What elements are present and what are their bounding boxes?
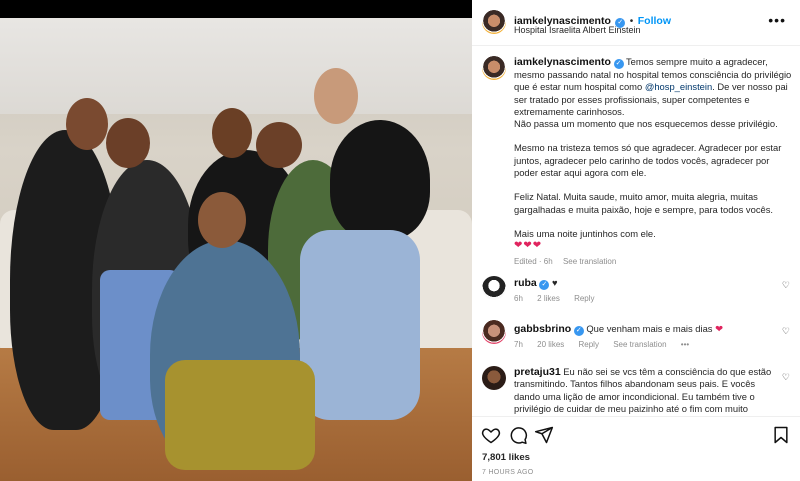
- comment-heart-emoji: ❤: [715, 323, 723, 334]
- person-5-jeans: [300, 230, 420, 420]
- comment-like-heart-icon[interactable]: ♡: [782, 372, 790, 383]
- comment-like-heart-icon[interactable]: ♡: [782, 280, 790, 291]
- comment-like-heart-icon[interactable]: ♡: [782, 326, 790, 337]
- like-heart-icon[interactable]: [481, 425, 501, 445]
- caption-text: iamkelynascimento ✓ Temos sempre muito a…: [514, 56, 792, 268]
- caption-p4: Mais uma noite juntinhos com ele.: [514, 227, 656, 239]
- likes-count[interactable]: 7,801 likes: [482, 452, 530, 463]
- instagram-post-modal: iamkelynascimento ✓ • Follow Hospital Is…: [0, 0, 800, 481]
- comment-reply-button[interactable]: Reply: [574, 294, 594, 303]
- comment-text: gabbsbrino ✓ Que venham mais e mais dias…: [514, 323, 782, 336]
- comment-body: Que venham mais e mais dias: [586, 323, 713, 334]
- comment-likes[interactable]: 2 likes: [537, 294, 560, 303]
- post-time-ago: 7 HOURS AGO: [482, 469, 534, 476]
- comment-see-translation[interactable]: See translation: [613, 340, 666, 349]
- follow-button[interactable]: Follow: [638, 15, 671, 27]
- comment-likes[interactable]: 20 likes: [537, 340, 564, 349]
- person-4-head: [256, 122, 302, 168]
- photo-top-bar: [0, 0, 472, 18]
- share-send-icon[interactable]: [534, 425, 554, 445]
- caption-mention-link[interactable]: @hosp_einstein: [645, 81, 712, 92]
- comment-avatar[interactable]: [482, 366, 506, 390]
- comment-username[interactable]: gabbsbrino: [514, 323, 571, 335]
- caption-edited-time: Edited · 6h: [514, 256, 553, 266]
- caption-hearts: ❤❤❤: [514, 240, 543, 252]
- comment-meta: 7h 20 likes Reply See translation •••: [514, 340, 701, 349]
- comment-avatar[interactable]: [482, 320, 506, 344]
- person-6-head: [198, 192, 246, 248]
- comment-time: 6h: [514, 294, 523, 303]
- caption-author-username[interactable]: iamkelynascimento: [514, 56, 611, 68]
- comment-more-icon[interactable]: •••: [681, 340, 689, 349]
- comment-body: ♥: [551, 277, 558, 288]
- comment-item: pretaju31 Eu não sei se vcs têm a consci…: [472, 364, 800, 416]
- comment-username[interactable]: pretaju31: [514, 366, 561, 378]
- person-3-head: [212, 108, 252, 158]
- save-bookmark-icon[interactable]: [771, 425, 791, 445]
- comment-verified-icon: ✓: [539, 280, 550, 290]
- caption-meta: Edited · 6h See translation: [514, 256, 792, 268]
- person-2-head: [106, 118, 150, 168]
- comments-scroll-area[interactable]: iamkelynascimento ✓ Temos sempre muito a…: [472, 46, 800, 416]
- comment-meta: 6h 2 likes Reply: [514, 294, 607, 303]
- caption-p1b: Não passa um momento que nos esquecemos …: [514, 118, 778, 130]
- post-location[interactable]: Hospital Israelita Albert Einstein: [514, 25, 641, 35]
- caption-p3: Feliz Natal. Muita saude, muito amor, mu…: [514, 191, 774, 215]
- comment-reply-button[interactable]: Reply: [579, 340, 599, 349]
- post-header: iamkelynascimento ✓ • Follow Hospital Is…: [472, 0, 800, 46]
- comment-bubble-icon[interactable]: [508, 425, 528, 445]
- comment-text: ruba ✓ ♥: [514, 277, 782, 290]
- author-avatar[interactable]: [482, 10, 506, 34]
- post-actions-bar: 7,801 likes 7 HOURS AGO: [472, 416, 800, 481]
- comment-avatar[interactable]: [482, 276, 506, 300]
- person-5-head: [314, 68, 358, 124]
- photo-whiteboard: [0, 18, 472, 114]
- person-1-head: [66, 98, 108, 150]
- person-6-pants: [165, 360, 315, 470]
- post-details-panel: iamkelynascimento ✓ • Follow Hospital Is…: [472, 0, 800, 481]
- comment-verified-icon: ✓: [573, 326, 584, 336]
- comment-username[interactable]: ruba: [514, 277, 537, 289]
- comment-text: pretaju31 Eu não sei se vcs têm a consci…: [514, 366, 782, 415]
- comment-item: ruba ✓ ♥ 6h 2 likes Reply ♡: [472, 272, 800, 310]
- comment-item: gabbsbrino ✓ Que venham mais e mais dias…: [472, 318, 800, 356]
- post-photo[interactable]: [0, 0, 472, 481]
- caption-author-avatar[interactable]: [482, 56, 506, 80]
- person-5: [330, 120, 430, 240]
- comment-time: 7h: [514, 340, 523, 349]
- caption-verified-icon: ✓: [613, 59, 624, 69]
- more-options-icon[interactable]: •••: [768, 12, 786, 28]
- caption-see-translation[interactable]: See translation: [563, 257, 616, 266]
- caption-p2: Mesmo na tristeza temos só que agradecer…: [514, 142, 782, 179]
